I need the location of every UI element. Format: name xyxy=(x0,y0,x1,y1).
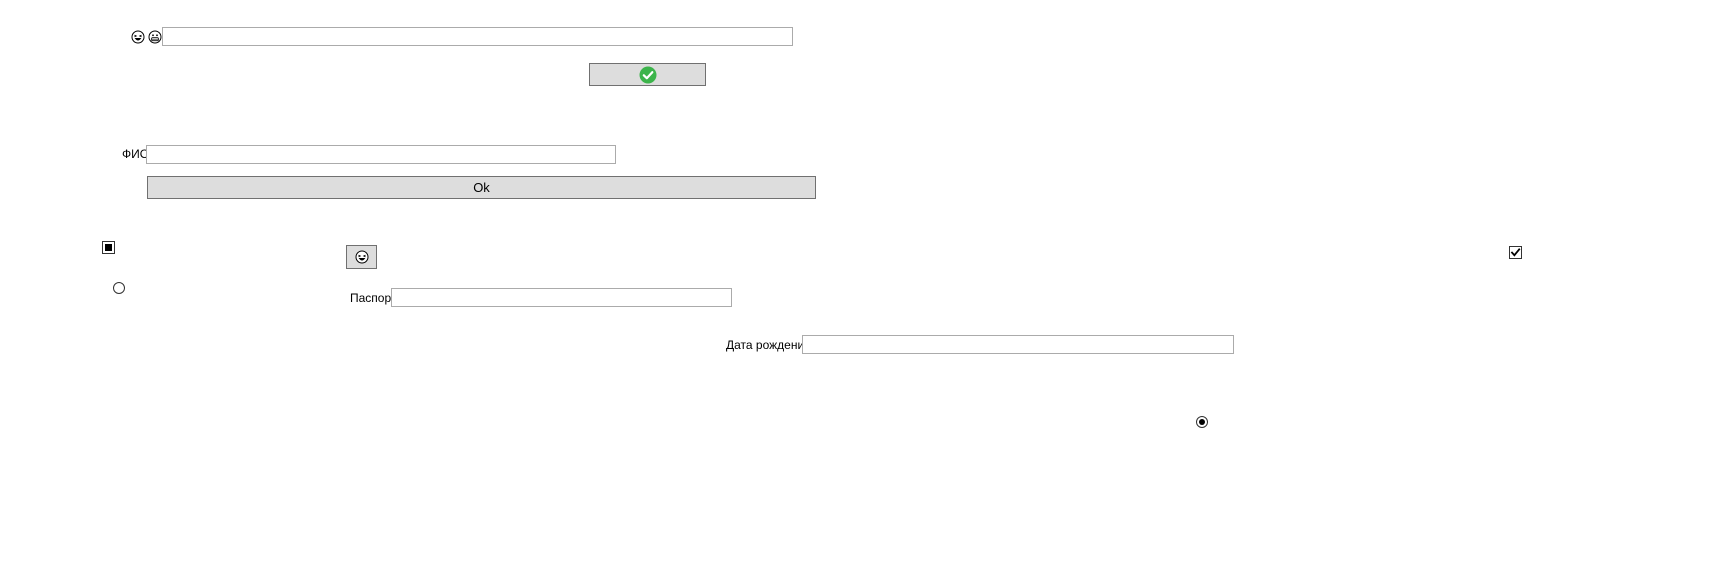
fio-input[interactable] xyxy=(146,145,616,164)
laughing-face-icon xyxy=(355,250,368,264)
indeterminate-mark xyxy=(105,244,112,251)
radio-left[interactable] xyxy=(113,282,125,294)
checkmark-icon xyxy=(1510,248,1521,257)
confirm-button[interactable] xyxy=(589,63,706,86)
radio-right[interactable] xyxy=(1196,416,1208,428)
laughing-face-icon xyxy=(131,30,145,44)
top-text-input[interactable] xyxy=(162,27,793,46)
passport-input[interactable] xyxy=(391,288,732,307)
ok-button[interactable]: Ok xyxy=(147,176,816,199)
indeterminate-checkbox[interactable] xyxy=(102,241,115,254)
grinning-face-icon xyxy=(148,30,162,44)
radio-right-dot xyxy=(1199,419,1205,425)
birth-date-input[interactable] xyxy=(802,335,1234,354)
birth-date-label: Дата рождения xyxy=(726,338,811,352)
emoji-button[interactable] xyxy=(346,245,377,269)
passport-label: Паспорт xyxy=(350,291,397,305)
checked-checkbox[interactable] xyxy=(1509,246,1522,259)
check-circle-icon xyxy=(639,66,656,83)
ok-button-label: Ok xyxy=(473,180,490,195)
